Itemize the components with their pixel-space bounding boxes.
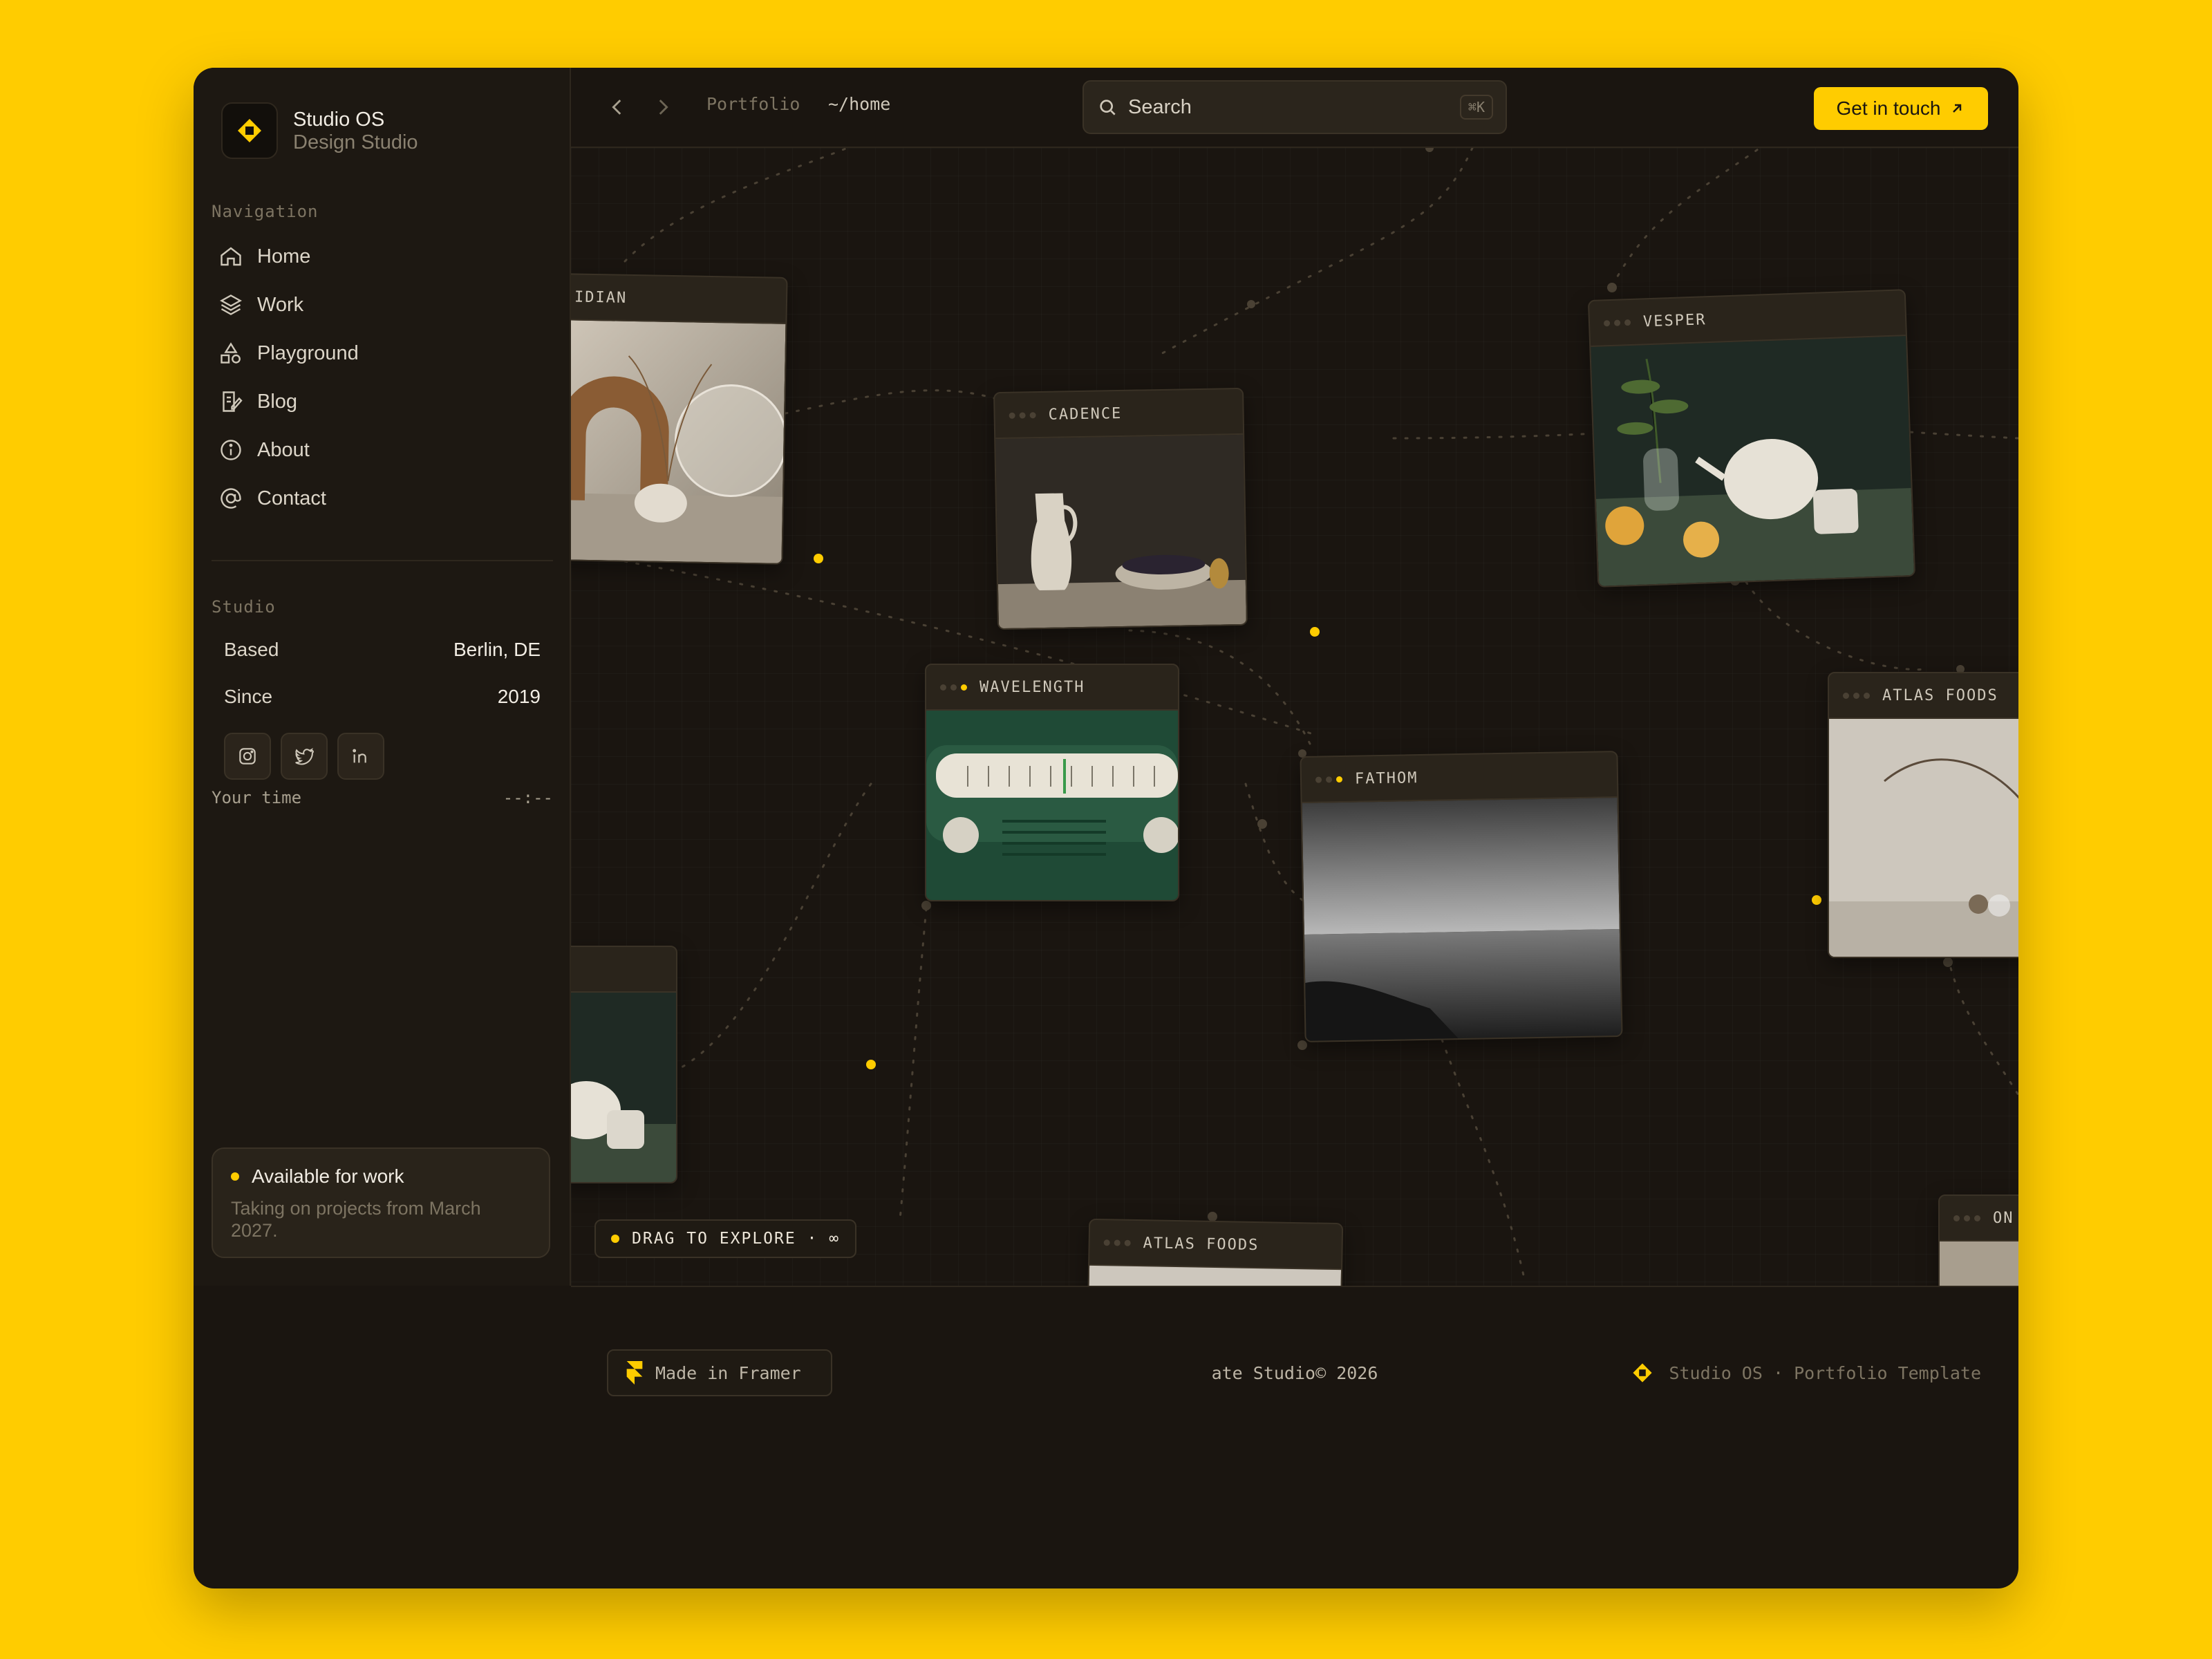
based-value: Berlin, DE [453,639,541,660]
since-value: 2019 [497,686,541,707]
card-title: WAVELENGTH [980,678,1085,696]
brand-subtitle: Design Studio [293,131,418,153]
linkedin-icon[interactable] [337,733,384,780]
project-card-atlas-foods-2[interactable]: ATLAS FOODS [1087,1218,1344,1286]
nav-item-about[interactable]: About [218,426,543,474]
nav-item-home[interactable]: Home [218,232,543,281]
nav-item-label: Blog [257,390,298,413]
nav-item-label: About [257,438,310,461]
card-title: ATLAS FOODS [1143,1234,1259,1254]
card-image [1829,719,2018,957]
project-card-idian[interactable]: IDIAN [571,273,788,565]
brand-name: Studio OS [293,109,385,131]
search-shortcut: ⌘K [1459,95,1493,120]
card-title: ATLAS FOODS [1882,686,1998,704]
back-arrow-icon[interactable] [606,95,629,119]
nav-item-label: Home [257,245,311,268]
nav-item-label: Work [257,293,304,316]
card-image [571,993,676,1182]
breadcrumb-portfolio[interactable]: Portfolio [706,94,800,114]
search-placeholder: Search [1128,95,1192,118]
card-title: FATHOM [1354,769,1418,788]
app-window: Studio OS Design Studio Navigation Home … [194,68,2018,1588]
card-title: CADENCE [1048,404,1123,424]
since-label: Since [224,686,273,707]
get-in-touch-button[interactable]: Get in touch [1814,87,1988,130]
nav-item-work[interactable]: Work [218,281,543,329]
project-card-vesper[interactable]: VESPER [1587,289,1916,588]
hint-dot [611,1235,619,1243]
main-nav: Home Work Playground Blog About Contact [218,232,543,523]
shapes-icon [221,342,241,364]
home-icon [221,247,241,266]
studio-logo-icon [221,102,278,159]
breadcrumb-path: ~/home [828,94,891,114]
availability-title: Available for work [252,1165,404,1187]
time-row: Your time --:-- [212,788,553,807]
footer: Made in Framer ate Studio© 2026 Studio O… [571,1286,2018,1588]
card-image [571,320,786,563]
arrow-up-right-icon [1953,104,1962,113]
search-icon [1100,100,1116,115]
nav-item-label: Playground [257,341,359,364]
studio-logo-small-icon [1633,1363,1653,1382]
sidebar-divider [212,560,553,561]
top-bar: Portfolio ~/home Search ⌘K Get in touch [571,68,2018,148]
nav-item-blog[interactable]: Blog [218,377,543,426]
card-title: VESPER [1642,310,1707,330]
edit-note-icon [223,391,243,412]
card-title: IDIAN [574,288,628,307]
card-image [1591,336,1915,586]
project-card-wavelength[interactable]: WAVELENGTH [925,664,1179,901]
layers-icon [220,294,242,315]
project-card-fathom[interactable]: FATHOM [1300,751,1623,1042]
search-input[interactable]: Search ⌘K [1082,80,1507,134]
card-image [1940,1241,2018,1286]
time-value: --:-- [503,788,553,807]
since-row: Since 2019 [224,686,541,708]
availability-description: Taking on projects from March 2027. [231,1198,481,1241]
drag-to-explore-hint: DRAG TO EXPLORE · ∞ [594,1219,857,1258]
nav-item-label: Contact [257,487,326,509]
sidebar: Studio OS Design Studio Navigation Home … [194,68,571,1286]
card-image [1302,798,1622,1041]
studio-section-label: Studio [212,597,276,617]
availability-card: Available for work Taking on projects fr… [212,1147,550,1258]
project-card-partial-teapot[interactable] [571,946,677,1183]
card-title: ON [1993,1209,2014,1227]
footer-template-credit: Studio OS · Portfolio Template [1631,1362,1981,1384]
drag-hint-label: DRAG TO EXPLORE · ∞ [632,1230,841,1248]
nav-item-contact[interactable]: Contact [218,474,543,523]
forward-arrow-icon[interactable] [651,95,675,119]
project-card-on[interactable]: ON [1938,1194,2018,1286]
nav-item-playground[interactable]: Playground [218,329,543,377]
based-row: Based Berlin, DE [224,639,541,661]
footer-divider [571,1286,2018,1287]
project-card-cadence[interactable]: CADENCE [993,387,1248,630]
instagram-icon[interactable] [224,733,271,780]
cta-label: Get in touch [1836,97,1941,119]
at-icon [221,488,241,509]
social-links [224,733,384,780]
based-label: Based [224,639,279,660]
info-icon [221,440,241,460]
time-label: Your time [212,788,302,807]
project-canvas[interactable]: IDIAN CADENCE VESPER WAVELENGTH FATHOM A… [571,148,2018,1286]
card-image [926,711,1178,900]
nav-section-label: Navigation [212,202,319,221]
card-image [995,434,1246,629]
twitter-icon[interactable] [281,733,328,780]
project-card-atlas-foods[interactable]: ATLAS FOODS [1828,672,2018,958]
template-label: Studio OS · Portfolio Template [1669,1362,1981,1383]
status-dot [231,1172,239,1181]
brand[interactable]: Studio OS Design Studio [221,102,418,159]
